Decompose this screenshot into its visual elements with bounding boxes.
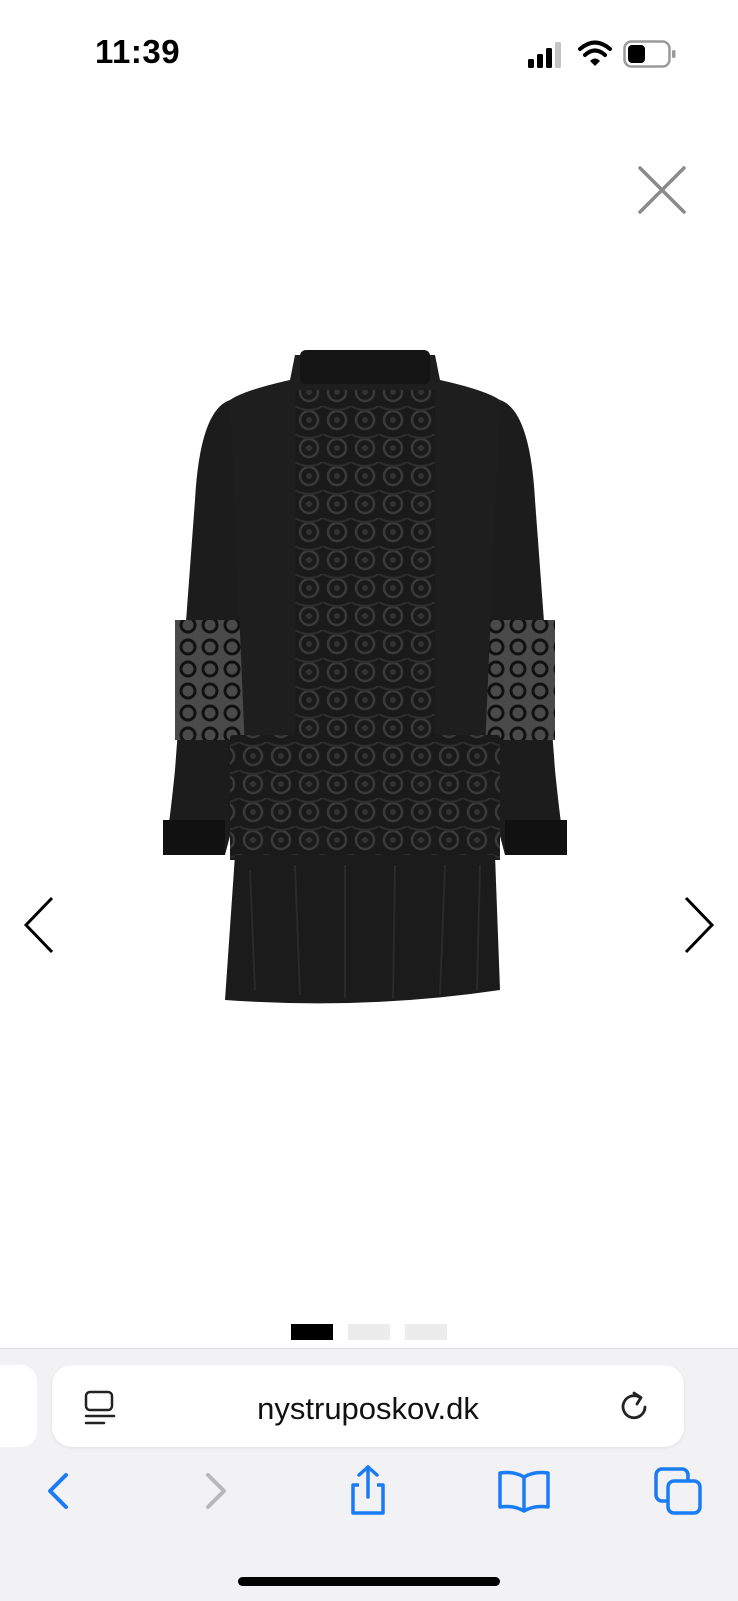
address-bar[interactable]: nystruposkov.dk: [52, 1365, 684, 1447]
black-lace-dress-image[interactable]: [155, 350, 575, 1030]
share-button[interactable]: [338, 1461, 398, 1521]
status-bar: 11:39: [0, 0, 738, 100]
tabs-icon: [654, 1467, 702, 1515]
pagination-dot-1[interactable]: [291, 1324, 333, 1340]
browser-bottom-bar: nystruposkov.dk: [0, 1348, 738, 1601]
forward-icon: [206, 1473, 226, 1509]
status-time: 11:39: [95, 33, 181, 70]
close-icon: [638, 166, 686, 214]
back-icon: [48, 1473, 68, 1509]
tabs-button[interactable]: [650, 1461, 710, 1521]
chevron-right-icon: [684, 896, 715, 954]
bookmarks-button[interactable]: [494, 1461, 554, 1521]
previous-tab-preview[interactable]: [0, 1365, 37, 1447]
share-icon: [351, 1465, 385, 1515]
battery-icon: [623, 40, 676, 68]
cellular-signal-icon: [528, 42, 561, 68]
pagination-dot-2[interactable]: [348, 1324, 390, 1340]
home-indicator[interactable]: [238, 1577, 500, 1586]
bookmarks-icon: [498, 1470, 550, 1513]
close-button[interactable]: [632, 160, 692, 220]
forward-button[interactable]: [184, 1461, 244, 1521]
product-gallery: [0, 230, 738, 1290]
pagination-dot-3[interactable]: [405, 1324, 447, 1340]
back-button[interactable]: [30, 1461, 90, 1521]
previous-image-button[interactable]: [18, 890, 62, 960]
reload-icon[interactable]: [616, 1389, 652, 1425]
url-text[interactable]: nystruposkov.dk: [52, 1391, 684, 1427]
next-image-button[interactable]: [676, 890, 720, 960]
wifi-icon: [578, 40, 612, 66]
chevron-left-icon: [23, 896, 54, 954]
